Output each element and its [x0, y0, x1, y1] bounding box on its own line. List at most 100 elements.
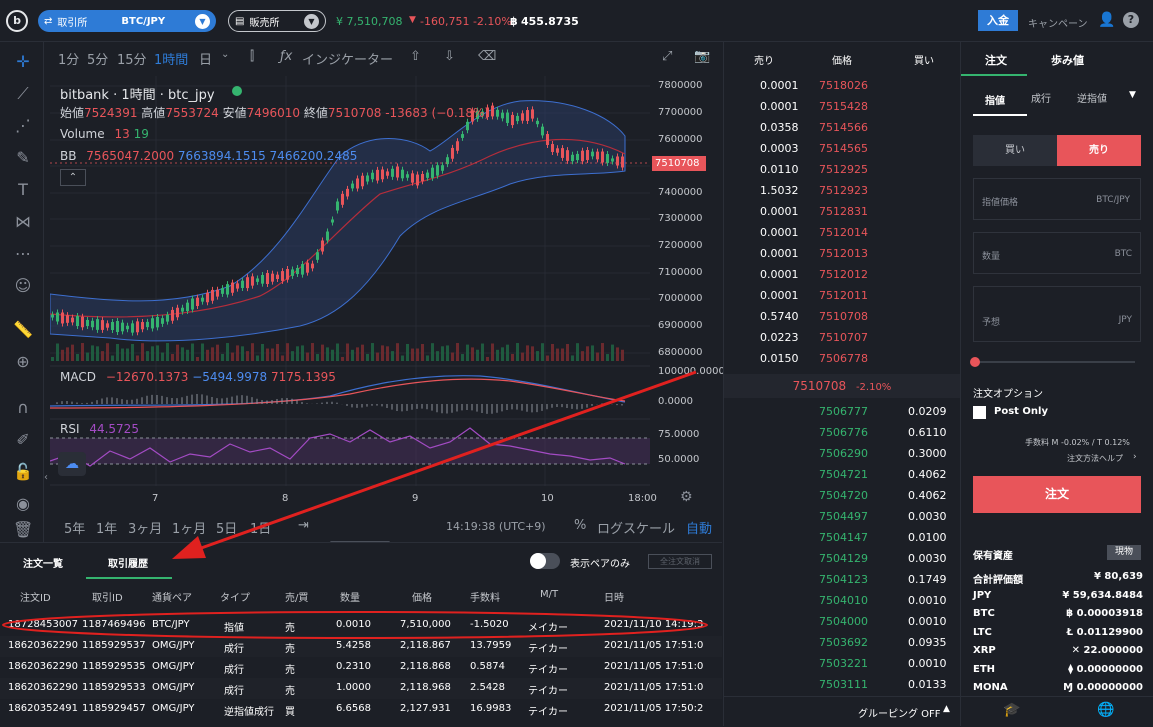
bid-row[interactable]: 7504721 0.4062 — [724, 465, 960, 486]
help-icon[interactable]: ? — [1123, 12, 1139, 28]
bid-row[interactable]: 7504147 0.0100 — [724, 528, 960, 549]
submit-order-button[interactable]: 注文 — [973, 476, 1141, 513]
ask-row[interactable]: 0.0150 7506778 — [724, 349, 960, 370]
limit-price-input[interactable]: 指値価格 BTC/JPY — [973, 178, 1141, 220]
pencil-lock-icon[interactable]: ✐ — [13, 430, 33, 450]
candle-type-icon[interactable]: ⫿ — [250, 49, 254, 64]
crosshair-icon[interactable]: ✛ — [13, 52, 33, 72]
interval-5m[interactable]: 5分 — [87, 49, 108, 68]
graduation-cap-icon[interactable]: 🎓 — [1003, 702, 1020, 718]
bid-row[interactable]: 7503692 0.0935 — [724, 633, 960, 654]
type-stop-tab[interactable]: 逆指値 — [1077, 90, 1107, 105]
interval-15m[interactable]: 15分 — [117, 49, 147, 68]
ask-row[interactable]: 0.0358 7514566 — [724, 118, 960, 139]
bitbank-logo[interactable]: b — [6, 10, 28, 32]
ask-row[interactable]: 0.0110 7512925 — [724, 160, 960, 181]
column-header[interactable]: 注文ID — [20, 589, 51, 604]
lock-icon[interactable]: 🔓 — [13, 462, 33, 482]
ask-row[interactable]: 0.0001 7518026 — [724, 76, 960, 97]
trend-line-icon[interactable]: ⟋ — [13, 84, 33, 104]
deposit-button[interactable]: 入金 — [978, 10, 1018, 31]
tab-trades[interactable]: 歩み値 — [1051, 52, 1084, 68]
chevron-down-icon[interactable]: ⌄ — [221, 49, 229, 60]
bid-row[interactable]: 7504129 0.0030 — [724, 549, 960, 570]
column-header[interactable]: 数量 — [340, 589, 360, 604]
table-row[interactable]: 18620362290 1185929533 OMG/JPY 成行 売 1.0000 2,1… — [0, 678, 722, 699]
brush-icon[interactable]: ✎ — [13, 148, 33, 168]
range-1y[interactable]: 1年 — [96, 518, 117, 537]
column-header[interactable]: 取引ID — [92, 589, 123, 604]
amount-slider-track[interactable] — [973, 361, 1135, 363]
table-row[interactable]: 18620362290 1185929535 OMG/JPY 成行 売 0.2310 2,1… — [0, 657, 722, 678]
ask-row[interactable]: 1.5032 7512923 — [724, 181, 960, 202]
range-5y[interactable]: 5年 — [64, 518, 85, 537]
fx-icon[interactable]: ƒx — [280, 49, 292, 64]
ask-row[interactable]: 0.0001 7515428 — [724, 97, 960, 118]
fib-icon[interactable]: ⋰ — [13, 116, 33, 136]
shop-selector[interactable]: ▤ 販売所 ▼ — [228, 10, 326, 32]
market-selector[interactable]: ⇄ 取引所 BTC/JPY ▼ — [38, 10, 216, 32]
ask-row[interactable]: 0.0001 7512011 — [724, 286, 960, 307]
range-3m[interactable]: 3ヶ月 — [128, 518, 162, 537]
bid-row[interactable]: 7506290 0.3000 — [724, 444, 960, 465]
buy-toggle[interactable]: 買い — [973, 135, 1057, 166]
tab-open-orders[interactable]: 注文一覧 — [23, 555, 63, 570]
tab-order[interactable]: 注文 — [961, 42, 1027, 76]
ask-row[interactable]: 0.0003 7514565 — [724, 139, 960, 160]
bid-row[interactable]: 7503111 0.0133 — [724, 675, 960, 696]
user-icon[interactable]: 👤 — [1098, 12, 1115, 28]
eye-icon[interactable]: ◉ — [13, 494, 33, 514]
prediction-icon[interactable]: ⋯ — [13, 244, 33, 264]
bid-row[interactable]: 7503221 0.0010 — [724, 654, 960, 675]
ask-row[interactable]: 0.0001 7512012 — [724, 265, 960, 286]
bid-row[interactable]: 7504000 0.0010 — [724, 612, 960, 633]
post-only-checkbox[interactable] — [973, 406, 986, 419]
interval-day[interactable]: 日 — [199, 49, 212, 68]
column-header[interactable]: 通貨ペア — [152, 589, 192, 604]
column-header[interactable]: 価格 — [412, 589, 432, 604]
ask-row[interactable]: 0.0001 7512831 — [724, 202, 960, 223]
bid-row[interactable]: 7504010 0.0010 — [724, 591, 960, 612]
caret-down-icon[interactable]: ▼ — [1129, 90, 1136, 100]
eraser-icon[interactable]: ⌫ — [478, 49, 496, 64]
type-limit-tab[interactable]: 指値 — [973, 84, 1027, 116]
campaign-link[interactable]: キャンペーン — [1028, 15, 1088, 30]
ask-row[interactable]: 0.0001 7512013 — [724, 244, 960, 265]
column-header[interactable]: 売/買 — [285, 589, 308, 604]
interval-1h[interactable]: 1時間 — [154, 49, 188, 68]
bid-row[interactable]: 7506776 0.6110 — [724, 423, 960, 444]
column-header[interactable]: 日時 — [604, 589, 624, 604]
column-header[interactable]: タイプ — [220, 589, 250, 604]
camera-icon[interactable]: 📷 — [694, 49, 710, 64]
text-icon[interactable]: T — [13, 180, 33, 200]
bid-row[interactable]: 7506777 0.0209 — [724, 402, 960, 423]
pattern-icon[interactable]: ⋈ — [13, 212, 33, 232]
column-header[interactable]: 手数料 — [470, 589, 500, 604]
bid-row[interactable]: 7504123 0.1749 — [724, 570, 960, 591]
magnet-icon[interactable]: ∩ — [13, 398, 33, 418]
spot-button[interactable]: 現物 — [1107, 545, 1141, 560]
indicator-button[interactable]: インジケーター — [302, 49, 393, 68]
grouping-toggle[interactable]: グルーピング OFF — [858, 705, 941, 720]
type-market-tab[interactable]: 成行 — [1031, 90, 1051, 105]
trash-icon[interactable]: 🗑 — [13, 520, 33, 540]
collapse-legend-button[interactable]: ⌃ — [60, 169, 86, 186]
quantity-input[interactable]: 数量 BTC — [973, 232, 1141, 274]
ask-row[interactable]: 0.0223 7510707 — [724, 328, 960, 349]
order-help-link[interactable]: 注文方法ヘルプ — [1067, 453, 1123, 464]
sell-toggle[interactable]: 売り — [1057, 135, 1141, 166]
amount-slider-thumb[interactable] — [970, 357, 980, 367]
emoji-icon[interactable]: ☺ — [13, 276, 33, 296]
globe-icon[interactable]: 🌐 — [1097, 702, 1114, 718]
table-row[interactable]: 18620352491 1185929457 OMG/JPY 逆指値成行買 6.6568… — [0, 699, 722, 720]
bid-row[interactable]: 7504497 0.0030 — [724, 507, 960, 528]
ruler-icon[interactable]: 📏 — [13, 320, 33, 340]
ask-row[interactable]: 0.0001 7512014 — [724, 223, 960, 244]
ask-row[interactable]: 0.5740 7510708 — [724, 307, 960, 328]
fullscreen-icon[interactable]: ⤢ — [662, 49, 672, 64]
tradingview-logo[interactable]: ☁ — [58, 452, 86, 476]
download-icon[interactable]: ⇩ — [444, 49, 455, 64]
zoom-icon[interactable]: ⊕ — [13, 352, 33, 372]
interval-1m[interactable]: 1分 — [58, 49, 79, 68]
chevron-left-icon[interactable]: ‹ — [44, 472, 48, 483]
